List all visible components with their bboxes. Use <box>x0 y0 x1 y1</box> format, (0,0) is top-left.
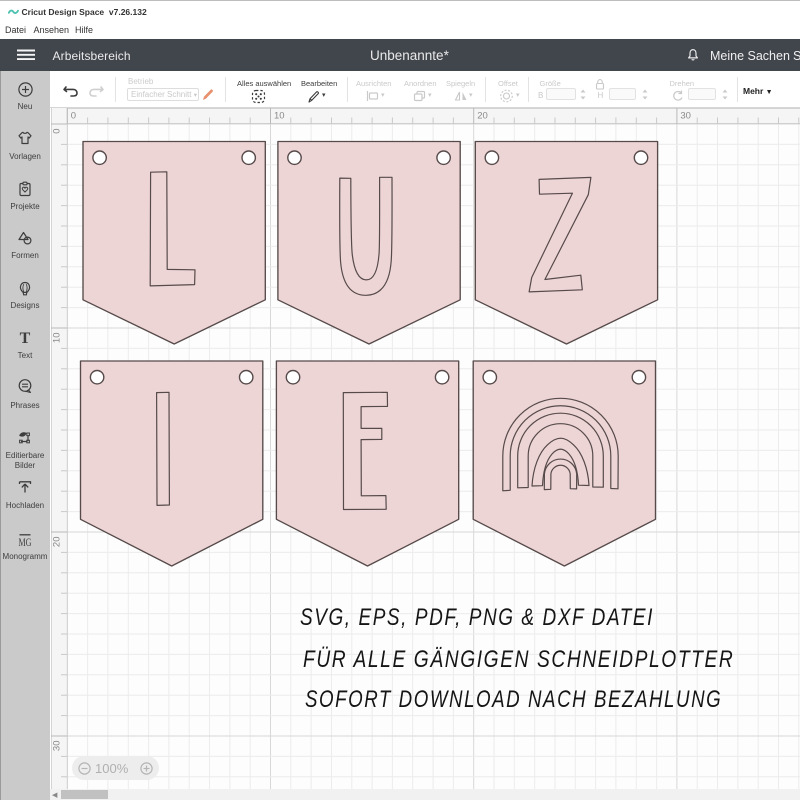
svg-text:20: 20 <box>52 537 63 548</box>
svg-text:10: 10 <box>274 111 285 122</box>
svg-text:20: 20 <box>477 111 488 122</box>
svg-text:10: 10 <box>52 333 63 344</box>
svg-text:0: 0 <box>71 111 76 122</box>
svg-text:30: 30 <box>52 741 63 752</box>
svg-text:0: 0 <box>52 129 63 134</box>
svg-text:30: 30 <box>680 111 691 122</box>
